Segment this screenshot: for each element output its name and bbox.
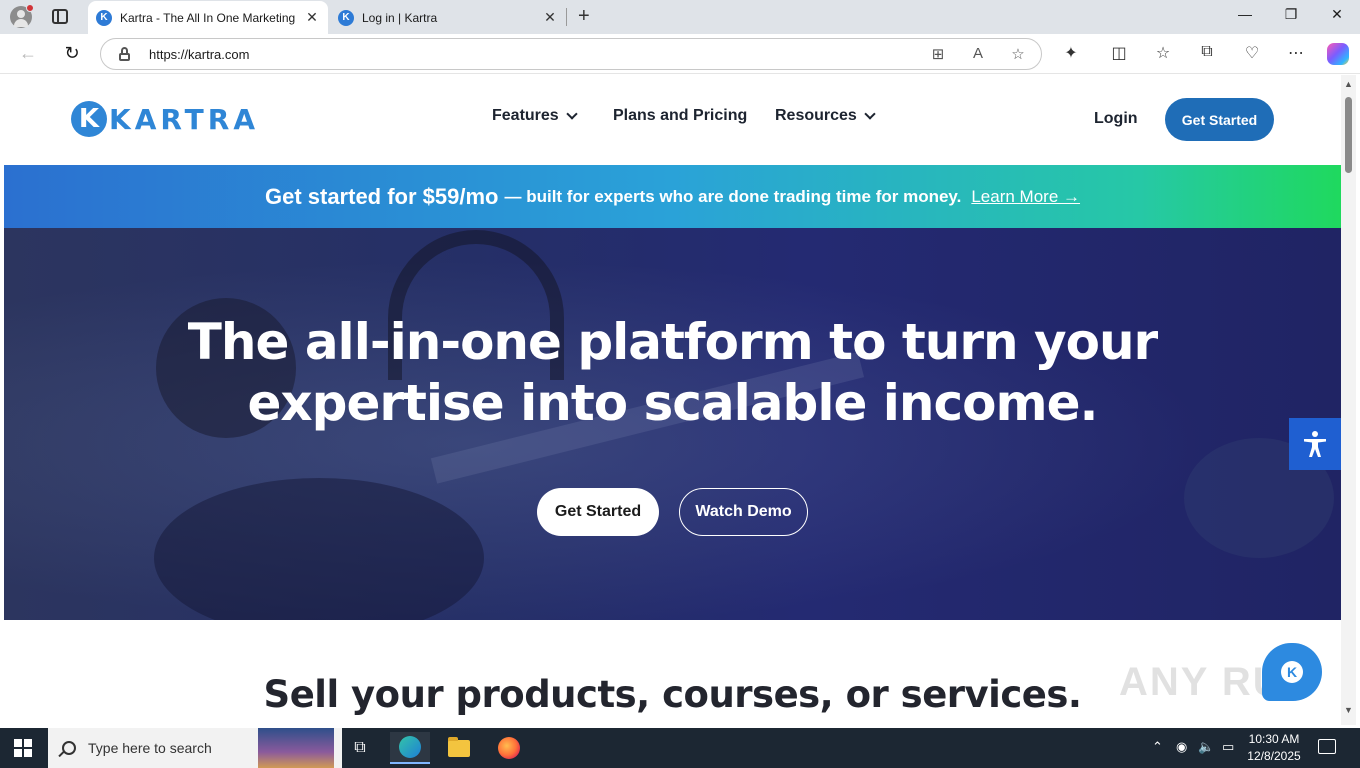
task-view-icon[interactable]: ⧉ bbox=[340, 732, 380, 764]
nav-plans-label: Plans and Pricing bbox=[613, 107, 748, 124]
kartra-logo-text: KARTRA bbox=[109, 102, 259, 136]
kartra-favicon-icon: K bbox=[96, 9, 112, 26]
clock-time: 10:30 AM bbox=[1248, 732, 1300, 746]
browser-essentials-icon[interactable]: ♡ bbox=[1240, 43, 1264, 63]
profile-head bbox=[17, 10, 25, 18]
start-pane bbox=[24, 739, 32, 747]
tab-close-icon[interactable]: ✕ bbox=[540, 9, 560, 26]
promo-sub-text: — built for experts who are done trading… bbox=[504, 186, 962, 206]
hero-headline-line1: The all-in-one platform to turn your bbox=[187, 313, 1158, 371]
read-aloud-icon[interactable]: A bbox=[968, 45, 988, 62]
search-icon bbox=[62, 741, 76, 755]
taskbar-edge-app[interactable] bbox=[390, 732, 430, 764]
nav-features-label: Features bbox=[492, 107, 559, 124]
nav-plans-and-pricing[interactable]: Plans and Pricing bbox=[613, 107, 747, 125]
folder-icon bbox=[448, 736, 470, 757]
new-tab-button[interactable]: + bbox=[578, 5, 590, 28]
hero-headline-line2: expertise into scalable income. bbox=[247, 374, 1098, 432]
refresh-button[interactable]: ↻ bbox=[60, 43, 84, 64]
header-get-started-button[interactable]: Get Started bbox=[1165, 98, 1274, 141]
tray-meet-icon[interactable]: ◉ bbox=[1176, 739, 1187, 755]
chat-kartra-icon: K bbox=[1281, 661, 1303, 683]
start-pane bbox=[24, 749, 32, 757]
restore-button[interactable]: ❐ bbox=[1276, 6, 1306, 23]
tab-actions-icon[interactable] bbox=[52, 9, 68, 24]
minimize-button[interactable]: — bbox=[1230, 6, 1260, 22]
promo-price-text: Get started for $59/mo bbox=[264, 183, 499, 209]
browser-toolbar: ← ↻ https://kartra.com ⊞ A ☆ ✦ ◫ ☆ ⧉ ♡ ⋯ bbox=[0, 34, 1360, 74]
web-page: K KARTRA Features Plans and Pricing Reso… bbox=[4, 75, 1341, 725]
tray-volume-icon[interactable]: 🔈 bbox=[1198, 739, 1214, 755]
scroll-down-arrow-icon[interactable]: ▼ bbox=[1344, 705, 1353, 715]
taskbar-file-explorer[interactable] bbox=[439, 732, 479, 764]
nav-resources[interactable]: Resources bbox=[775, 107, 876, 125]
chat-widget-button[interactable]: K bbox=[1262, 643, 1322, 701]
kartra-logo-mark-icon: K bbox=[71, 101, 107, 137]
tab-kartra-home[interactable]: K Kartra - The All In One Marketing ✕ bbox=[88, 1, 328, 34]
hero-section: The all-in-one platform to turn your exp… bbox=[4, 228, 1341, 620]
notification-center-icon[interactable] bbox=[1318, 739, 1336, 754]
favorite-star-icon[interactable]: ☆ bbox=[1008, 45, 1028, 63]
profile-body bbox=[14, 19, 28, 27]
extensions-icon[interactable]: ✦ bbox=[1059, 43, 1083, 63]
learn-more-link[interactable]: Learn More → bbox=[971, 187, 1080, 207]
site-header: K KARTRA Features Plans and Pricing Reso… bbox=[4, 75, 1341, 165]
taskbar-clock[interactable]: 10:30 AM 12/8/2025 bbox=[1244, 731, 1304, 765]
clock-date: 12/8/2025 bbox=[1247, 749, 1301, 763]
settings-more-icon[interactable]: ⋯ bbox=[1284, 43, 1308, 63]
address-bar[interactable]: https://kartra.com ⊞ A ☆ bbox=[100, 38, 1042, 70]
copilot-icon[interactable] bbox=[1327, 43, 1349, 65]
tray-chevron-up-icon[interactable]: ⌃ bbox=[1152, 739, 1163, 755]
start-pane bbox=[14, 749, 22, 757]
watch-demo-button[interactable]: Watch Demo bbox=[679, 488, 808, 536]
tab-separator bbox=[566, 8, 567, 26]
lock-body bbox=[119, 53, 130, 61]
nav-features[interactable]: Features bbox=[492, 107, 578, 125]
windows-taskbar: Type here to search ⧉ ⌃ ◉ 🔈 ▭ 10:30 AM 1… bbox=[0, 728, 1360, 768]
hero-headline: The all-in-one platform to turn your exp… bbox=[4, 312, 1341, 434]
chevron-down-icon bbox=[864, 107, 876, 120]
accessibility-icon bbox=[1304, 431, 1326, 457]
tab-title: Kartra - The All In One Marketing bbox=[120, 10, 296, 25]
nav-resources-label: Resources bbox=[775, 107, 857, 124]
kartra-favicon-icon: K bbox=[338, 9, 354, 26]
kartra-logo[interactable]: K KARTRA bbox=[71, 101, 259, 137]
taskbar-firefox[interactable] bbox=[489, 732, 529, 764]
search-placeholder: Type here to search bbox=[88, 740, 212, 756]
accessibility-button[interactable] bbox=[1289, 418, 1341, 470]
chevron-down-icon bbox=[566, 107, 578, 120]
windows-start-icon[interactable] bbox=[14, 739, 32, 757]
lock-icon[interactable] bbox=[119, 47, 130, 61]
search-highlight-image bbox=[258, 728, 334, 768]
tab-title: Log in | Kartra bbox=[362, 10, 438, 25]
login-link[interactable]: Login bbox=[1094, 110, 1138, 128]
page-scrollbar[interactable]: ▲ ▼ bbox=[1341, 75, 1356, 725]
tab-close-icon[interactable]: ✕ bbox=[302, 9, 322, 26]
favorites-icon[interactable]: ☆ bbox=[1151, 43, 1175, 63]
firefox-icon bbox=[498, 737, 520, 759]
taskbar-search-box[interactable]: Type here to search bbox=[48, 728, 342, 768]
collections-icon[interactable]: ⧉ bbox=[1195, 43, 1219, 61]
start-pane bbox=[14, 739, 22, 747]
app-available-icon[interactable]: ⊞ bbox=[928, 45, 948, 63]
promo-banner: Get started for $59/mo — built for exper… bbox=[4, 165, 1341, 228]
tray-network-icon[interactable]: ▭ bbox=[1222, 739, 1234, 755]
profile-avatar-icon[interactable] bbox=[10, 4, 34, 28]
edge-icon bbox=[399, 736, 421, 758]
hero-get-started-button[interactable]: Get Started bbox=[537, 488, 659, 536]
split-screen-icon[interactable]: ◫ bbox=[1107, 43, 1131, 63]
tab-kartra-login[interactable]: K Log in | Kartra ✕ bbox=[330, 1, 566, 34]
close-window-button[interactable]: ✕ bbox=[1322, 6, 1352, 23]
scroll-up-arrow-icon[interactable]: ▲ bbox=[1344, 79, 1353, 89]
scrollbar-thumb[interactable] bbox=[1345, 97, 1352, 173]
back-button[interactable]: ← bbox=[16, 43, 40, 64]
notification-dot bbox=[26, 4, 34, 12]
browser-tab-bar: K Kartra - The All In One Marketing ✕ K … bbox=[0, 0, 1360, 34]
url-text[interactable]: https://kartra.com bbox=[149, 47, 249, 62]
